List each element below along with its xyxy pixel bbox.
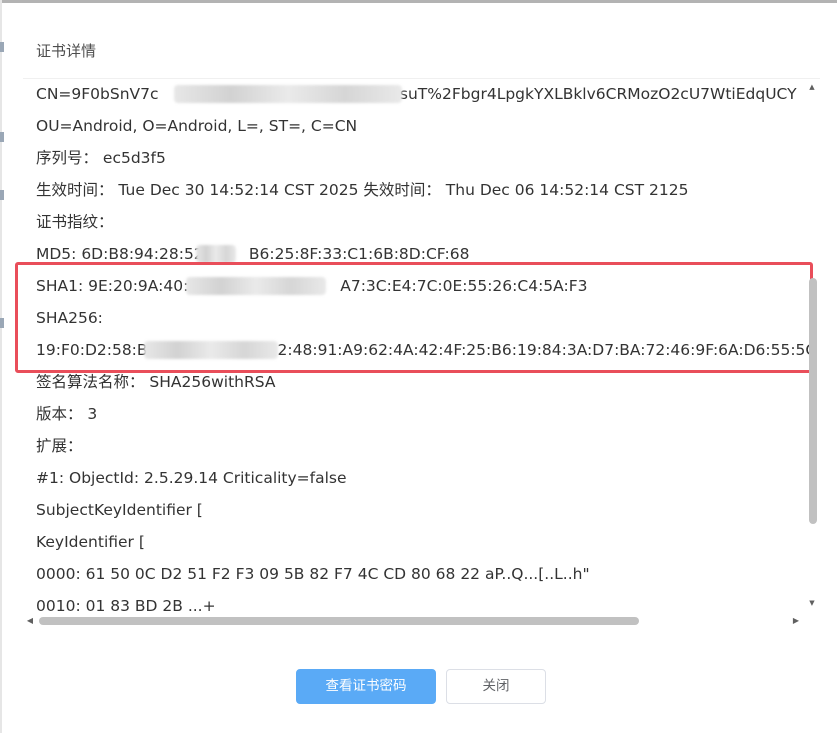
close-button[interactable]: 关闭 xyxy=(446,669,546,704)
background-sidebar-mark xyxy=(0,42,4,52)
dialog-title: 证书详情 xyxy=(36,42,97,60)
vertical-scrollbar-thumb[interactable] xyxy=(809,278,817,524)
horizontal-scrollbar[interactable]: ◀ ▶ xyxy=(23,614,803,628)
certificate-content-area[interactable]: CN=9F0bSnV7c a7suT%2Fbgr4LpgkYXLBklv6CRMo… xyxy=(23,78,820,615)
cert-line-text: 生效时间： Tue Dec 30 14:52:14 CST 2025 失效时间：… xyxy=(36,181,689,199)
cert-line-signature-algorithm: 签名算法名称： SHA256withRSA xyxy=(36,371,276,393)
cert-line-text: CN=9F0bSnV7c xyxy=(36,85,159,103)
redaction-blur xyxy=(144,341,278,359)
cert-line-serial: 序列号： ec5d3f5 xyxy=(36,147,166,169)
cert-line-text: 签名算法名称： SHA256withRSA xyxy=(36,373,276,391)
cert-line-text: 版本： 3 xyxy=(36,405,98,423)
cert-line-subject-key-identifier: SubjectKeyIdentifier [ xyxy=(36,499,203,521)
cert-line-sha256-label: SHA256: xyxy=(36,307,103,329)
cert-line-text: OU=Android, O=Android, L=, ST=, C=CN xyxy=(36,117,358,135)
cert-line-text: B6:25:8F:33:C1:6B:8D:CF:68 xyxy=(248,245,470,263)
cert-line-sha256-value: 19:F0:D2:58:B 2:48:91:A9:62:4A:42:4F:25:B… xyxy=(36,339,816,361)
certificate-details-dialog: 证书详情 CN=9F0bSnV7c a7suT%2Fbgr4LpgkYXLBklv… xyxy=(0,0,837,733)
background-sidebar-mark xyxy=(0,318,4,328)
cert-line-text: 0010: 01 83 BD 2B ...+ xyxy=(36,597,216,615)
redaction-blur xyxy=(186,277,326,295)
cert-line-text: SubjectKeyIdentifier [ xyxy=(36,501,203,519)
triangle-left-icon[interactable]: ◀ xyxy=(25,615,35,627)
horizontal-scrollbar-thumb[interactable] xyxy=(39,617,639,625)
cert-line-fingerprint-label: 证书指纹： xyxy=(36,211,114,233)
cert-line-hex-0010: 0010: 01 83 BD 2B ...+ xyxy=(36,595,216,615)
cert-line-validity: 生效时间： Tue Dec 30 14:52:14 CST 2025 失效时间：… xyxy=(36,179,688,201)
cert-line-text: 证书指纹： xyxy=(36,213,114,231)
cert-line-text: 19:F0:D2:58:B xyxy=(36,341,148,359)
cert-line-text: KeyIdentifier [ xyxy=(36,533,145,551)
cert-line-extension-1: #1: ObjectId: 2.5.29.14 Criticality=fals… xyxy=(36,467,347,489)
cert-line-text: 2:48:91:A9:62:4A:42:4F:25:B6:19:84:3A:D7… xyxy=(277,341,817,359)
redaction-blur xyxy=(174,85,402,103)
background-sidebar-mark xyxy=(0,132,4,142)
cert-line-extensions-label: 扩展： xyxy=(36,435,83,457)
window-top-border xyxy=(0,0,837,3)
cert-line-text: SHA1: 9E:20:9A:40:D xyxy=(36,277,201,295)
cert-line-text: 0000: 61 50 0C D2 51 F2 F3 09 5B 82 F7 4… xyxy=(36,565,590,583)
cert-line-key-identifier: KeyIdentifier [ xyxy=(36,531,145,553)
cert-line-text: A7:3C:E4:7C:0E:55:26:C4:5A:F3 xyxy=(340,277,588,295)
triangle-down-icon[interactable]: ▼ xyxy=(805,598,819,608)
cert-line-version: 版本： 3 xyxy=(36,403,97,425)
view-cert-password-button[interactable]: 查看证书密码 xyxy=(296,669,436,704)
cert-line-text: 序列号： ec5d3f5 xyxy=(36,149,166,167)
cert-line-hex-0000: 0000: 61 50 0C D2 51 F2 F3 09 5B 82 F7 4… xyxy=(36,563,590,585)
cert-line-text: SHA256: xyxy=(36,309,103,327)
window-left-border xyxy=(0,0,2,733)
cert-line-text: #1: ObjectId: 2.5.29.14 Criticality=fals… xyxy=(36,469,347,487)
cert-line-text: a7suT%2Fbgr4LpgkYXLBklv6CRMozO2cU7WtiEdq… xyxy=(380,85,797,103)
cert-line-cn: CN=9F0bSnV7c a7suT%2Fbgr4LpgkYXLBklv6CRMo… xyxy=(36,83,797,105)
cert-line-md5: MD5: 6D:B8:94:28:52: B6:25:8F:33:C1:6B:8D… xyxy=(36,243,469,265)
vertical-scrollbar[interactable]: ▲ ▼ xyxy=(805,82,819,612)
triangle-right-icon[interactable]: ▶ xyxy=(791,615,801,627)
cert-line-text: 扩展： xyxy=(36,437,83,455)
cert-line-text: MD5: 6D:B8:94:28:52: xyxy=(36,245,209,263)
redaction-blur xyxy=(196,245,236,263)
cert-line-sha1: SHA1: 9E:20:9A:40:D A7:3C:E4:7C:0E:55:26:… xyxy=(36,275,587,297)
triangle-up-icon[interactable]: ▲ xyxy=(805,82,819,92)
background-sidebar-mark xyxy=(0,190,4,200)
cert-line-ou: OU=Android, O=Android, L=, ST=, C=CN xyxy=(36,115,357,137)
